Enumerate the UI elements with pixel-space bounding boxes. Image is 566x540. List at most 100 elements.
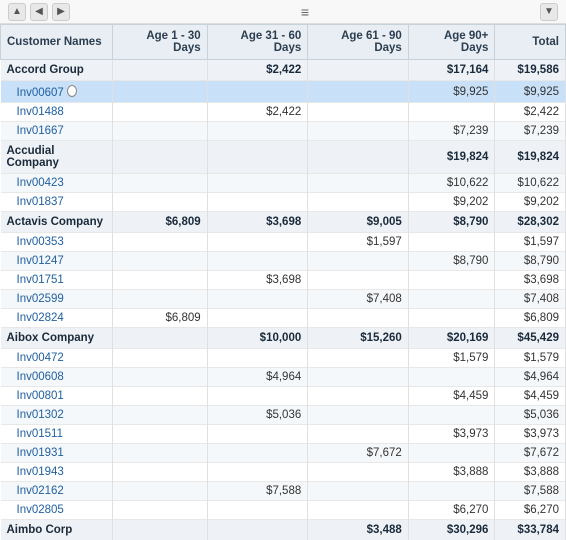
table-row[interactable]: Inv01488 $2,422 $2,422 (1, 103, 566, 122)
detail-age1-30 (112, 368, 207, 387)
group-total: $33,784 (495, 520, 566, 540)
detail-age61-90 (308, 387, 409, 406)
detail-age1-30 (112, 174, 207, 193)
group-age31-60: $2,422 (207, 60, 308, 81)
table-row[interactable]: Inv00801 $4,459 $4,459 (1, 387, 566, 406)
detail-age90plus (408, 406, 495, 425)
table-row[interactable]: Inv01511 $3,973 $3,973 (1, 425, 566, 444)
invoice-id[interactable]: Inv02824 (1, 309, 113, 328)
detail-age1-30 (112, 425, 207, 444)
group-age1-30 (112, 520, 207, 540)
detail-age61-90 (308, 463, 409, 482)
invoice-id[interactable]: Inv01943 (1, 463, 113, 482)
nav-right-button[interactable]: ▶ (52, 3, 70, 21)
group-age31-60 (207, 141, 308, 174)
header-age-31-60: Age 31 - 60 Days (207, 25, 308, 60)
detail-age31-60 (207, 349, 308, 368)
nav-left-button[interactable]: ◀ (30, 3, 48, 21)
table-row[interactable]: Inv01837 $9,202 $9,202 (1, 193, 566, 212)
table-row[interactable]: Inv02805 $6,270 $6,270 (1, 501, 566, 520)
detail-age31-60: $3,698 (207, 271, 308, 290)
detail-age31-60 (207, 425, 308, 444)
invoice-id[interactable]: Inv00472 (1, 349, 113, 368)
table-row[interactable]: Inv00607 $9,925 $9,925 (1, 81, 566, 103)
detail-total: $3,973 (495, 425, 566, 444)
table-row[interactable]: Inv00608 $4,964 $4,964 (1, 368, 566, 387)
table-container: Customer Names Age 1 - 30 Days Age 31 - … (0, 24, 566, 540)
nav-up-button[interactable]: ▲ (8, 3, 26, 21)
detail-total: $5,036 (495, 406, 566, 425)
invoice-id[interactable]: Inv01302 (1, 406, 113, 425)
invoice-id[interactable]: Inv01931 (1, 444, 113, 463)
invoice-id[interactable]: Inv00608 (1, 368, 113, 387)
detail-age90plus: $4,459 (408, 387, 495, 406)
group-age61-90 (308, 60, 409, 81)
invoice-id[interactable]: Inv00801 (1, 387, 113, 406)
detail-age1-30 (112, 122, 207, 141)
table-row[interactable]: Inv02599 $7,408 $7,408 (1, 290, 566, 309)
detail-age61-90 (308, 482, 409, 501)
detail-total: $7,672 (495, 444, 566, 463)
table-row[interactable]: Inv00472 $1,579 $1,579 (1, 349, 566, 368)
group-row[interactable]: Actavis Company $6,809 $3,698 $9,005 $8,… (1, 212, 566, 233)
table-row[interactable]: Inv01943 $3,888 $3,888 (1, 463, 566, 482)
detail-age31-60 (207, 233, 308, 252)
group-total: $28,302 (495, 212, 566, 233)
group-name: Aibox Company (1, 328, 113, 349)
detail-age61-90 (308, 368, 409, 387)
group-row[interactable]: Accord Group $2,422 $17,164 $19,586 (1, 60, 566, 81)
invoice-id[interactable]: Inv01667 (1, 122, 113, 141)
detail-age1-30 (112, 81, 207, 103)
invoice-id[interactable]: Inv00607 (1, 81, 113, 103)
detail-age90plus: $3,973 (408, 425, 495, 444)
table-row[interactable]: Inv00423 $10,622 $10,622 (1, 174, 566, 193)
nav-down-button[interactable]: ▼ (540, 3, 558, 21)
detail-age31-60 (207, 252, 308, 271)
detail-age90plus (408, 444, 495, 463)
invoice-id[interactable]: Inv01751 (1, 271, 113, 290)
invoice-id[interactable]: Inv01837 (1, 193, 113, 212)
invoice-id[interactable]: Inv01511 (1, 425, 113, 444)
table-row[interactable]: Inv01931 $7,672 $7,672 (1, 444, 566, 463)
detail-age31-60 (207, 309, 308, 328)
invoice-id[interactable]: Inv01488 (1, 103, 113, 122)
detail-age31-60: $4,964 (207, 368, 308, 387)
detail-age61-90 (308, 425, 409, 444)
detail-age61-90 (308, 252, 409, 271)
table-row[interactable]: Inv01751 $3,698 $3,698 (1, 271, 566, 290)
invoice-id[interactable]: Inv01247 (1, 252, 113, 271)
group-age90plus: $8,790 (408, 212, 495, 233)
detail-age90plus: $9,202 (408, 193, 495, 212)
group-age61-90: $3,488 (308, 520, 409, 540)
table-row[interactable]: Inv01667 $7,239 $7,239 (1, 122, 566, 141)
detail-age1-30 (112, 406, 207, 425)
detail-age1-30 (112, 463, 207, 482)
detail-age90plus: $10,622 (408, 174, 495, 193)
table-row[interactable]: Inv01247 $8,790 $8,790 (1, 252, 566, 271)
group-age90plus: $30,296 (408, 520, 495, 540)
detail-age1-30 (112, 252, 207, 271)
invoice-id[interactable]: Inv02599 (1, 290, 113, 309)
table-row[interactable]: Inv00353 $1,597 $1,597 (1, 233, 566, 252)
detail-age61-90 (308, 501, 409, 520)
table-row[interactable]: Inv02824 $6,809 $6,809 (1, 309, 566, 328)
detail-age90plus: $6,270 (408, 501, 495, 520)
detail-age90plus (408, 482, 495, 501)
detail-age90plus (408, 309, 495, 328)
table-row[interactable]: Inv01302 $5,036 $5,036 (1, 406, 566, 425)
group-row[interactable]: Aibox Company $10,000 $15,260 $20,169 $4… (1, 328, 566, 349)
table-row[interactable]: Inv02162 $7,588 $7,588 (1, 482, 566, 501)
group-name: Aimbo Corp (1, 520, 113, 540)
detail-total: $9,202 (495, 193, 566, 212)
detail-age31-60 (207, 501, 308, 520)
group-row[interactable]: Aimbo Corp $3,488 $30,296 $33,784 (1, 520, 566, 540)
detail-total: $1,579 (495, 349, 566, 368)
group-age90plus: $20,169 (408, 328, 495, 349)
invoice-id[interactable]: Inv00423 (1, 174, 113, 193)
invoice-id[interactable]: Inv00353 (1, 233, 113, 252)
invoice-id[interactable]: Inv02805 (1, 501, 113, 520)
menu-icon[interactable]: ≡ (301, 4, 309, 20)
group-row[interactable]: Accudial Company $19,824 $19,824 (1, 141, 566, 174)
invoice-id[interactable]: Inv02162 (1, 482, 113, 501)
detail-total: $7,239 (495, 122, 566, 141)
